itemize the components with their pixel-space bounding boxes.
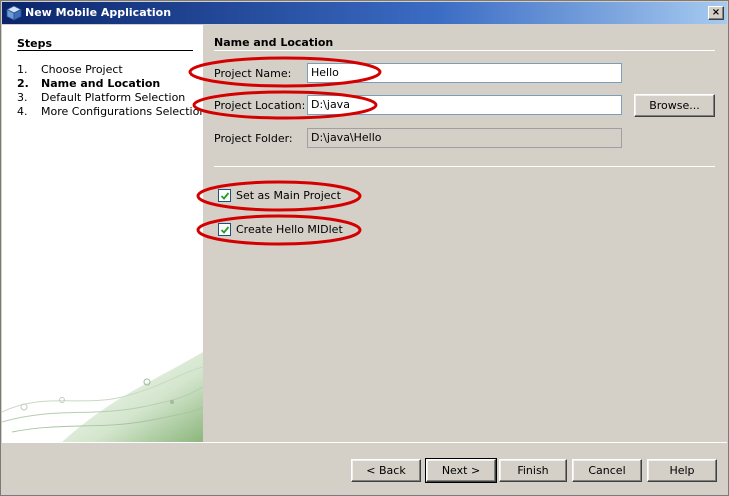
section-divider	[214, 50, 715, 51]
button-bar-divider	[2, 442, 727, 443]
step-label: Default Platform Selection	[41, 91, 186, 104]
step-number: 3.	[17, 91, 28, 104]
step-label: Choose Project	[41, 63, 123, 76]
close-icon: ×	[711, 7, 721, 18]
window-title: New Mobile Application	[25, 6, 172, 19]
steps-heading: Steps	[17, 37, 53, 50]
step-item-current: 2. Name and Location	[17, 77, 203, 91]
step-item: 3. Default Platform Selection	[17, 91, 203, 105]
create-midlet-checkbox[interactable]	[218, 223, 231, 236]
project-name-label: Project Name:	[214, 67, 292, 80]
project-folder-label: Project Folder:	[214, 132, 293, 145]
steps-divider	[17, 50, 193, 51]
checkmark-icon	[220, 226, 230, 234]
options-divider	[214, 166, 715, 167]
create-midlet-label: Create Hello MIDlet	[236, 223, 343, 236]
step-label: Name and Location	[41, 77, 161, 90]
set-main-project-checkbox[interactable]	[218, 189, 231, 202]
create-midlet-checkbox-row[interactable]: Create Hello MIDlet	[218, 223, 358, 237]
step-number: 4.	[17, 105, 28, 118]
next-button[interactable]: Next >	[425, 458, 497, 483]
project-location-input[interactable]: D:\java	[307, 95, 622, 115]
help-button[interactable]: Help	[647, 459, 717, 482]
cancel-button[interactable]: Cancel	[572, 459, 642, 482]
steps-list: 1. Choose Project 2. Name and Location 3. D…	[17, 63, 203, 119]
project-folder-field: D:\java\Hello	[307, 128, 622, 148]
netbeans-cube-icon	[6, 5, 22, 21]
close-button[interactable]: ×	[708, 6, 724, 20]
decorative-swirl-graphic	[2, 352, 203, 442]
step-label: More Configurations Selection	[41, 105, 203, 118]
title-bar[interactable]: New Mobile Application ×	[2, 2, 727, 24]
step-item: 1. Choose Project	[17, 63, 203, 77]
section-title: Name and Location	[214, 36, 334, 49]
checkmark-icon	[220, 192, 230, 200]
back-button[interactable]: < Back	[351, 459, 421, 482]
project-location-label: Project Location:	[214, 99, 306, 112]
set-main-project-label: Set as Main Project	[236, 189, 341, 202]
browse-button[interactable]: Browse...	[634, 94, 715, 117]
step-number: 2.	[17, 77, 29, 90]
set-main-project-checkbox-row[interactable]: Set as Main Project	[218, 189, 358, 203]
project-name-input[interactable]: Hello	[307, 63, 622, 83]
step-number: 1.	[17, 63, 28, 76]
dialog-window: New Mobile Application × Steps 1. Choose …	[0, 0, 729, 496]
steps-panel: Steps 1. Choose Project 2. Name and Locati…	[2, 25, 203, 442]
finish-button[interactable]: Finish	[499, 459, 567, 482]
step-item: 4. More Configurations Selection	[17, 105, 203, 119]
